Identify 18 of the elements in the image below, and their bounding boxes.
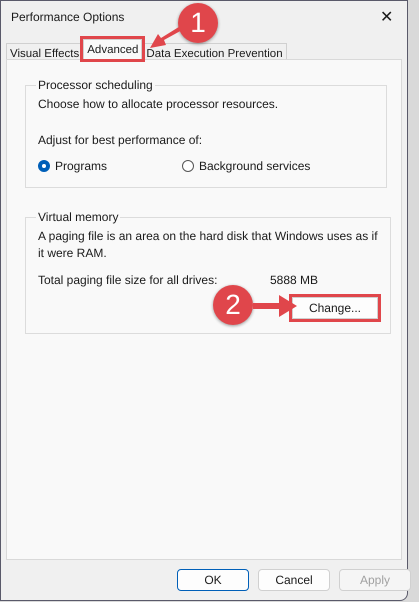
prompt-text: Adjust for best performance of: [38, 132, 204, 149]
description-text: A paging file is an area on the hard disk that Windows uses as if it were RAM. [38, 228, 378, 262]
number-badge: 1 [178, 3, 218, 43]
dialog-button[interactable]: Cancel [258, 569, 330, 591]
change-button[interactable]: Change... [292, 297, 378, 319]
close-icon[interactable]: ✕ [376, 7, 397, 27]
window-title: Performance Options [11, 10, 124, 24]
tab[interactable]: Advanced [83, 39, 142, 59]
arrow-icon [150, 25, 184, 49]
size-value: 5888 MB [270, 272, 318, 289]
description-text: Choose how to allocate processor resources. [38, 96, 280, 113]
dialog-button[interactable]: OK [177, 569, 249, 591]
tab[interactable]: Data Execution Prevention [142, 43, 287, 59]
radio-option[interactable]: Programs [38, 159, 182, 173]
group-title: Virtual memory [37, 210, 120, 224]
arrow-icon [253, 294, 297, 318]
group-title: Processor scheduling [37, 78, 154, 92]
radio-option[interactable]: Background services [182, 159, 326, 173]
